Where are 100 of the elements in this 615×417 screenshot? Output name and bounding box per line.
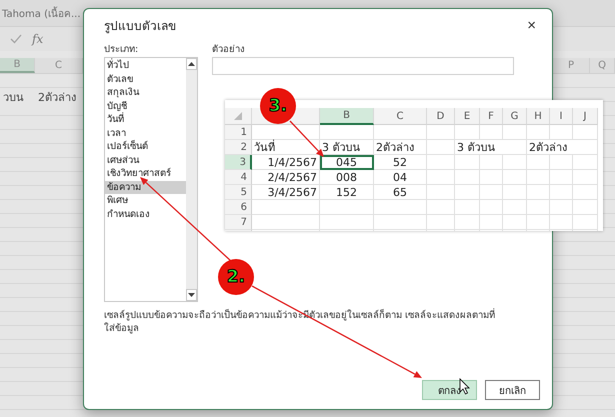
mouse-pointer-icon — [460, 378, 470, 395]
category-item[interactable]: พิเศษ — [105, 194, 186, 208]
column-header[interactable]: E — [455, 108, 480, 125]
table-cell — [252, 200, 320, 215]
category-item[interactable]: เวลา — [105, 126, 186, 140]
table-cell: 2ตัวล่าง — [374, 140, 427, 155]
table-cell — [374, 200, 427, 215]
table-cell — [427, 140, 455, 155]
column-header[interactable]: I — [550, 108, 573, 125]
table-cell — [427, 125, 455, 140]
category-item[interactable]: วันที่ — [105, 113, 186, 126]
table-cell — [527, 170, 550, 185]
table-cell — [503, 125, 527, 140]
category-item[interactable]: กำหนดเอง — [105, 208, 186, 221]
table-cell: 2/4/2567 — [252, 170, 320, 185]
table-cell — [455, 155, 480, 170]
table-cell — [427, 155, 455, 170]
scroll-down-button[interactable] — [186, 289, 197, 301]
row-header[interactable]: 3 — [225, 155, 252, 170]
category-item[interactable]: ทั่วไป — [105, 59, 186, 72]
column-header[interactable]: F — [480, 108, 503, 125]
table-cell: 3 ตัวบน — [320, 140, 374, 155]
table-cell: 3 ตัวบน — [455, 140, 527, 155]
table-cell — [573, 125, 598, 140]
table-cell — [527, 215, 550, 230]
table-cell — [503, 185, 527, 200]
table-cell — [573, 200, 598, 215]
table-cell — [480, 155, 503, 170]
table-cell — [503, 155, 527, 170]
scroll-up-button[interactable] — [186, 58, 197, 70]
column-header[interactable]: H — [527, 108, 550, 125]
row-header[interactable]: 4 — [225, 170, 252, 185]
table-cell: 04 — [374, 170, 427, 185]
category-item[interactable]: สกุลเงิน — [105, 86, 186, 100]
ok-button[interactable]: ตกลง — [422, 380, 477, 400]
row-header[interactable]: 5 — [225, 185, 252, 200]
category-item[interactable]: เศษส่วน — [105, 154, 186, 167]
table-cell — [527, 125, 550, 140]
cancel-button[interactable]: ยกเลิก — [485, 380, 540, 400]
table-cell — [374, 125, 427, 140]
table-cell — [527, 155, 550, 170]
table-cell — [252, 215, 320, 230]
category-item[interactable]: เปอร์เซ็นต์ — [105, 140, 186, 154]
table-cell — [480, 170, 503, 185]
table-cell — [550, 125, 573, 140]
close-button[interactable]: × — [523, 17, 540, 34]
table-cell — [527, 185, 550, 200]
table-cell — [550, 185, 573, 200]
table-cell — [503, 200, 527, 215]
column-header[interactable]: G — [503, 108, 527, 125]
table-cell — [480, 200, 503, 215]
table-cell: 65 — [374, 185, 427, 200]
sample-label: ตัวอย่าง — [212, 43, 246, 56]
table-cell — [527, 200, 550, 215]
table-cell — [320, 200, 374, 215]
triangle-icon — [234, 112, 242, 120]
table-cell — [455, 125, 480, 140]
table-cell — [455, 170, 480, 185]
table-cell: 3/4/2567 — [252, 185, 320, 200]
table-cell — [320, 215, 374, 230]
category-item[interactable]: เชิงวิทยาศาสตร์ — [105, 167, 186, 180]
column-header[interactable]: D — [427, 108, 455, 125]
table-cell — [550, 170, 573, 185]
row-header[interactable]: 6 — [225, 200, 252, 215]
table-cell — [550, 200, 573, 215]
triangle-up-icon — [188, 62, 195, 66]
table-cell — [503, 215, 527, 230]
table-cell — [573, 155, 598, 170]
table-cell — [455, 200, 480, 215]
table-cell — [503, 170, 527, 185]
table-cell — [480, 215, 503, 230]
category-item[interactable]: ตัวเลข — [105, 72, 186, 86]
table-cell: 008 — [320, 170, 374, 185]
table-cell: 1/4/2567 — [252, 155, 320, 170]
column-header[interactable]: B — [320, 108, 374, 125]
table-cell — [573, 170, 598, 185]
row-header[interactable]: 2 — [225, 140, 252, 155]
check-icon[interactable] — [10, 34, 22, 44]
triangle-down-icon — [188, 293, 195, 297]
column-header[interactable]: J — [573, 108, 598, 125]
table-cell — [427, 185, 455, 200]
category-item[interactable]: บัญชี — [105, 100, 186, 113]
table-cell — [374, 215, 427, 230]
row-header[interactable]: 7 — [225, 215, 252, 230]
table-cell — [480, 185, 503, 200]
category-item[interactable]: ข้อความ — [105, 180, 186, 194]
table-cell — [573, 185, 598, 200]
column-header[interactable]: C — [374, 108, 427, 125]
table-cell — [427, 215, 455, 230]
table-cell — [427, 200, 455, 215]
table-cell: 045 — [320, 155, 374, 170]
dialog-title: รูปแบบตัวเลข — [104, 18, 176, 35]
row-header[interactable]: 1 — [225, 125, 252, 140]
arrow — [290, 120, 324, 157]
table-cell — [320, 125, 374, 140]
table-cell — [455, 215, 480, 230]
font-name-field[interactable]: Tahoma (เนื้อค... — [2, 6, 81, 20]
table-cell — [427, 170, 455, 185]
category-label: ประเภท: — [104, 43, 140, 56]
table-cell — [480, 125, 503, 140]
